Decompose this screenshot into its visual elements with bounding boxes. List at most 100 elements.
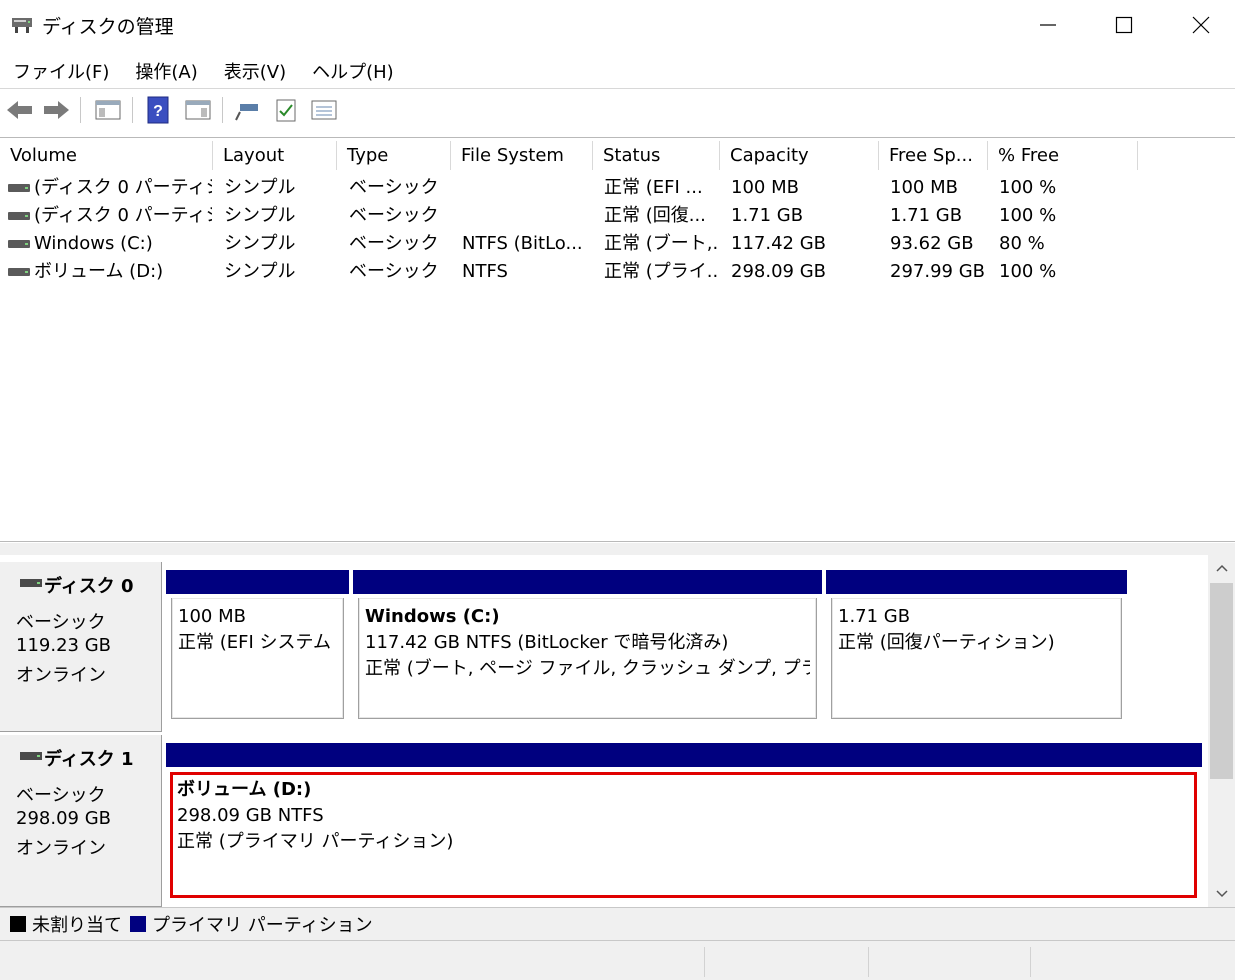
partition-name: ボリューム (D:) bbox=[177, 779, 312, 800]
toolbar-separator bbox=[132, 97, 133, 123]
properties-button[interactable] bbox=[270, 95, 302, 125]
list-view-button[interactable] bbox=[308, 95, 340, 125]
close-button[interactable] bbox=[1162, 0, 1235, 50]
back-arrow-icon bbox=[7, 101, 32, 119]
volume-list: Volume Layout Type File System Status Ca… bbox=[0, 137, 1235, 542]
disk-icon bbox=[20, 579, 42, 587]
menu-action[interactable]: 操作(A) bbox=[122, 54, 210, 86]
disk-icon bbox=[20, 752, 42, 760]
back-button[interactable] bbox=[4, 95, 36, 125]
show-hide-action-pane-button[interactable] bbox=[182, 95, 214, 125]
scroll-thumb[interactable] bbox=[1210, 583, 1233, 779]
volume-icon bbox=[8, 240, 30, 248]
partition-status: 正常 (プライマリ パーティション) bbox=[177, 831, 454, 852]
maximize-icon bbox=[1115, 16, 1133, 34]
status-bar bbox=[0, 941, 1235, 980]
scroll-up-button[interactable] bbox=[1208, 555, 1235, 581]
volume-row[interactable]: (ディスク 0 パーティショ... シンプル ベーシック 正常 (回復... 1… bbox=[0, 202, 1235, 230]
disk-state: オンライン bbox=[16, 665, 106, 686]
disk-type: ベーシック bbox=[16, 785, 106, 806]
status-separator bbox=[868, 947, 869, 977]
column-header-status[interactable]: Status bbox=[593, 141, 720, 170]
column-header-layout[interactable]: Layout bbox=[213, 141, 337, 170]
menu-file[interactable]: ファイル(F) bbox=[0, 54, 122, 86]
volume-name: ボリューム (D:) bbox=[34, 261, 164, 282]
disk-1-label[interactable]: ディスク 1 ベーシック 298.09 GB オンライン bbox=[0, 735, 162, 907]
volume-percent-free: 100 % bbox=[999, 261, 1057, 282]
vertical-scrollbar[interactable] bbox=[1208, 555, 1235, 907]
column-header-free-space[interactable]: Free Sp... bbox=[879, 141, 988, 170]
properties-icon bbox=[276, 99, 296, 122]
volume-row[interactable]: (ディスク 0 パーティショ... シンプル ベーシック 正常 (EFI ...… bbox=[0, 174, 1235, 202]
toolbar: ? bbox=[0, 88, 1235, 132]
volume-type: ベーシック bbox=[349, 233, 439, 254]
forward-button[interactable] bbox=[40, 95, 72, 125]
volume-free-space: 100 MB bbox=[890, 177, 958, 198]
list-view-icon bbox=[311, 100, 337, 120]
connect-virtual-disk-button[interactable] bbox=[232, 95, 264, 125]
column-header-capacity[interactable]: Capacity bbox=[720, 141, 879, 170]
volume-row[interactable]: Windows (C:) シンプル ベーシック NTFS (BitLo... 正… bbox=[0, 230, 1235, 258]
forward-arrow-icon bbox=[44, 101, 69, 119]
volume-layout: シンプル bbox=[224, 205, 296, 226]
volume-file-system: NTFS bbox=[462, 261, 508, 282]
menu-bar: ファイル(F) 操作(A) 表示(V) ヘルプ(H) bbox=[0, 54, 407, 86]
partition-size: 298.09 GB NTFS bbox=[177, 805, 324, 826]
partition-body: 1.71 GB 正常 (回復パーティション) bbox=[831, 598, 1122, 719]
window-title: ディスクの管理 bbox=[42, 16, 174, 38]
legend-swatch-unallocated bbox=[10, 916, 26, 932]
show-hide-console-tree-button[interactable] bbox=[92, 95, 124, 125]
menu-view[interactable]: 表示(V) bbox=[211, 54, 299, 86]
volume-capacity: 100 MB bbox=[731, 177, 799, 198]
title-bar: ディスクの管理 bbox=[0, 0, 1235, 50]
chevron-up-icon bbox=[1215, 564, 1228, 572]
column-header-file-system[interactable]: File System bbox=[451, 141, 593, 170]
volume-status: 正常 (EFI ... bbox=[604, 177, 703, 198]
volume-name: Windows (C:) bbox=[34, 233, 153, 254]
legend-label-primary: プライマリ パーティション bbox=[152, 915, 373, 936]
legend-swatch-primary bbox=[130, 916, 146, 932]
partition-type-bar bbox=[166, 743, 1202, 767]
disk-graphical-view: ディスク 0 ベーシック 119.23 GB オンライン 100 MB 正常 (… bbox=[0, 555, 1208, 907]
partition-recovery[interactable]: 1.71 GB 正常 (回復パーティション) bbox=[826, 570, 1127, 725]
partition-body: ボリューム (D:) 298.09 GB NTFS 正常 (プライマリ パーティ… bbox=[171, 771, 1197, 897]
help-button[interactable]: ? bbox=[142, 95, 174, 125]
volume-free-space: 297.99 GB bbox=[890, 261, 986, 282]
partition-body: 100 MB 正常 (EFI システム パ bbox=[171, 598, 344, 719]
partition-type-bar bbox=[826, 570, 1127, 594]
partition-efi[interactable]: 100 MB 正常 (EFI システム パ bbox=[166, 570, 349, 725]
partition-type-bar bbox=[166, 570, 349, 594]
volume-percent-free: 100 % bbox=[999, 177, 1057, 198]
volume-free-space: 1.71 GB bbox=[890, 205, 963, 226]
disk-management-icon bbox=[12, 18, 32, 33]
disk-0-label[interactable]: ディスク 0 ベーシック 119.23 GB オンライン bbox=[0, 562, 162, 732]
volume-capacity: 298.09 GB bbox=[731, 261, 827, 282]
disk-name: ディスク 0 bbox=[44, 576, 134, 597]
partition-name: Windows (C:) bbox=[365, 606, 500, 627]
column-header-type[interactable]: Type bbox=[337, 141, 451, 170]
disk-size: 298.09 GB bbox=[16, 808, 112, 829]
volume-layout: シンプル bbox=[224, 177, 296, 198]
maximize-button[interactable] bbox=[1085, 0, 1163, 50]
toolbar-separator bbox=[222, 97, 223, 123]
volume-file-system: NTFS (BitLo... bbox=[462, 233, 583, 254]
minimize-button[interactable] bbox=[1009, 0, 1087, 50]
partition-volume-d[interactable]: ボリューム (D:) 298.09 GB NTFS 正常 (プライマリ パーティ… bbox=[166, 743, 1202, 903]
partition-status: 正常 (EFI システム パ bbox=[178, 632, 337, 653]
volume-type: ベーシック bbox=[349, 177, 439, 198]
partition-windows-c[interactable]: Windows (C:) 117.42 GB NTFS (BitLocker で… bbox=[353, 570, 822, 725]
partition-size: 1.71 GB bbox=[838, 606, 911, 627]
column-header-percent-free[interactable]: % Free bbox=[988, 141, 1138, 170]
volume-row[interactable]: ボリューム (D:) シンプル ベーシック NTFS 正常 (プライ... 29… bbox=[0, 258, 1235, 286]
legend-label-unallocated: 未割り当て bbox=[32, 915, 122, 936]
menu-help[interactable]: ヘルプ(H) bbox=[299, 54, 407, 86]
scroll-down-button[interactable] bbox=[1208, 881, 1235, 907]
column-header-volume[interactable]: Volume bbox=[0, 141, 213, 170]
volume-percent-free: 80 % bbox=[999, 233, 1045, 254]
close-icon bbox=[1192, 16, 1210, 34]
disk-state: オンライン bbox=[16, 838, 106, 859]
pane-splitter[interactable] bbox=[0, 543, 1235, 555]
partition-type-bar bbox=[353, 570, 822, 594]
svg-text:?: ? bbox=[153, 103, 163, 120]
volume-name: (ディスク 0 パーティショ... bbox=[34, 205, 212, 226]
